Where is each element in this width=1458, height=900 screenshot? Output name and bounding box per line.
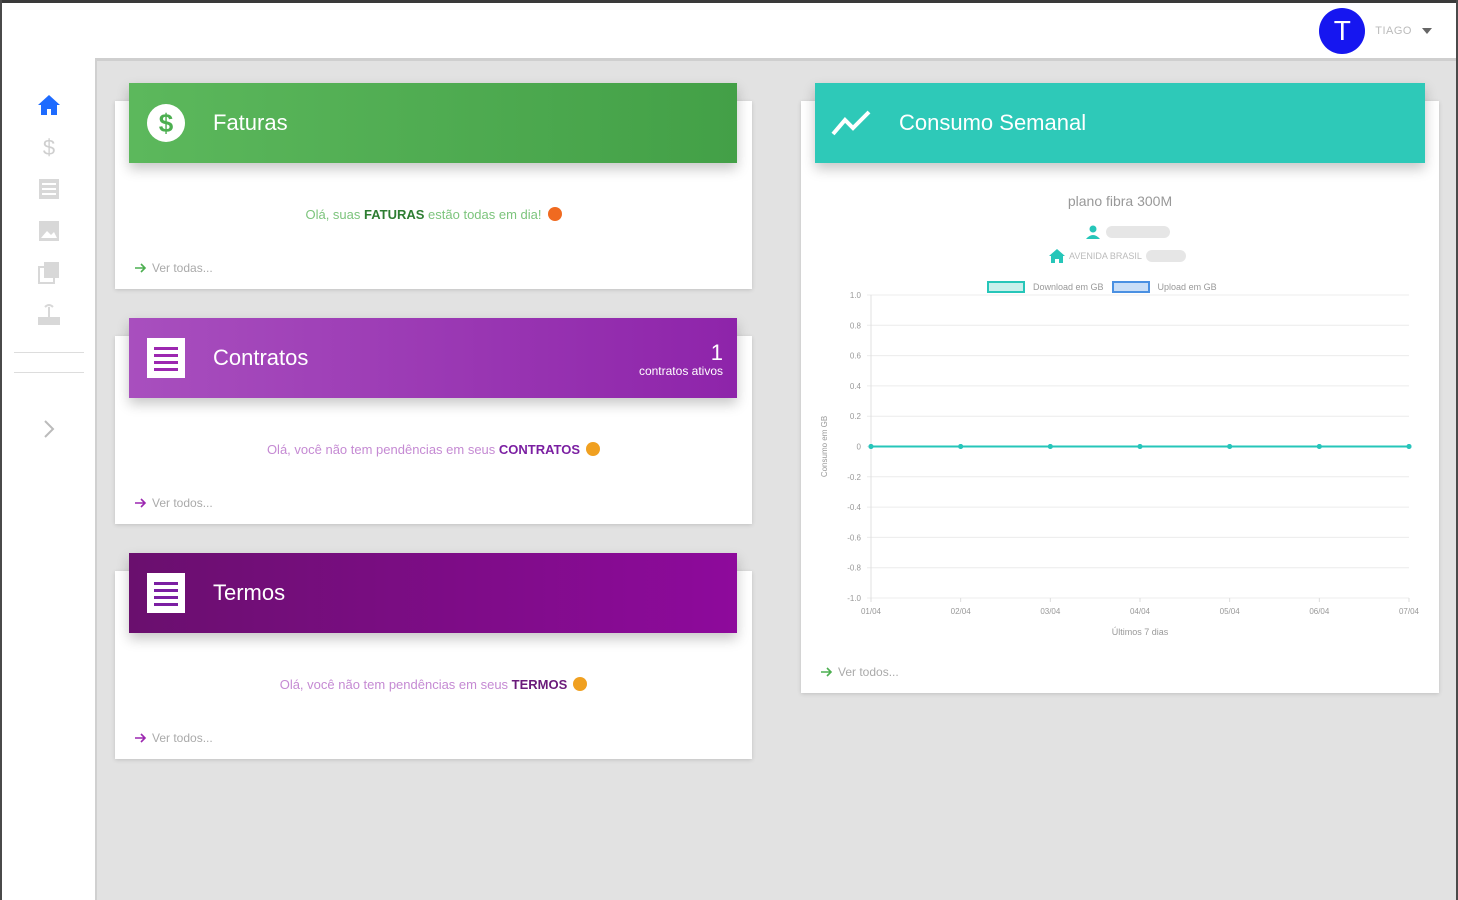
y-tick-label: -0.2 (847, 473, 861, 482)
y-tick-label: -1.0 (847, 594, 861, 603)
smile-emoji-icon (547, 207, 562, 221)
arrow-right-icon (821, 667, 833, 677)
y-tick-label: 0.2 (850, 412, 862, 421)
x-tick-label: 07/04 (1399, 607, 1420, 616)
copy-icon[interactable] (36, 260, 62, 286)
contratos-count-label: contratos ativos (638, 364, 723, 378)
termos-message: Olá, você não tem pendências em seus TER… (115, 677, 752, 692)
x-tick-label: 06/04 (1309, 607, 1330, 616)
contratos-title: Contratos (213, 345, 309, 370)
y-axis-label: Consumo em GB (820, 416, 829, 477)
y-tick-label: -0.8 (847, 564, 861, 573)
consumo-card-header[interactable]: Consumo Semanal (815, 83, 1425, 163)
dollar-icon[interactable]: $ (36, 134, 62, 160)
faturas-message: Olá, suas FATURAS estão todas em dia! (115, 207, 752, 222)
dollar-circle-icon: $ (145, 102, 187, 144)
receipt-icon (145, 572, 187, 614)
person-icon (1086, 225, 1100, 239)
faturas-card-header[interactable]: $ Faturas (129, 83, 737, 163)
y-tick-label: 1.0 (850, 291, 862, 300)
y-tick-label: -0.4 (847, 503, 861, 512)
y-tick-label: 0 (857, 443, 862, 452)
consumo-title: Consumo Semanal (899, 110, 1087, 135)
contratos-count: 1 (710, 340, 723, 365)
user-name[interactable]: TIAGO (1375, 25, 1412, 37)
window-top-border (0, 0, 1458, 3)
arrow-right-icon (135, 733, 147, 743)
home-icon[interactable] (36, 92, 62, 118)
data-point (1227, 444, 1233, 449)
faturas-title: Faturas (213, 110, 288, 135)
y-tick-label: 0.4 (850, 382, 862, 391)
user-menu[interactable]: T TIAGO (1319, 8, 1432, 54)
sidebar-divider (14, 352, 84, 353)
svg-text:$: $ (159, 108, 174, 138)
data-point (958, 444, 964, 449)
faturas-card: $ Faturas Olá, suas FATURAS estão todas … (115, 83, 752, 289)
x-tick-label: 05/04 (1220, 607, 1241, 616)
x-tick-label: 01/04 (861, 607, 882, 616)
consumo-ver-todos-link[interactable]: Ver todos... (821, 665, 899, 679)
sidebar: $ (2, 58, 95, 900)
svg-text:$: $ (43, 135, 55, 159)
smile-emoji-icon (586, 442, 601, 456)
termos-title: Termos (213, 580, 286, 605)
trending-up-icon (831, 102, 873, 144)
x-tick-label: 04/04 (1130, 607, 1151, 616)
arrow-right-icon (135, 263, 147, 273)
termos-ver-todos-link[interactable]: Ver todos... (135, 731, 213, 745)
chevron-down-icon[interactable] (1422, 28, 1432, 34)
contratos-ver-todos-link[interactable]: Ver todos... (135, 496, 213, 510)
data-point (1406, 444, 1412, 449)
smile-emoji-icon (573, 677, 588, 691)
redacted-name (1106, 226, 1170, 238)
home-icon (1049, 249, 1065, 263)
y-tick-label: 0.8 (850, 321, 862, 330)
plan-name: plano fibra 300M (1067, 193, 1173, 209)
faturas-ver-todas-link[interactable]: Ver todas... (135, 261, 213, 275)
image-icon[interactable] (36, 218, 62, 244)
customer-name (1086, 225, 1170, 239)
chevron-right-icon[interactable] (36, 416, 62, 442)
y-tick-label: -0.6 (847, 533, 861, 542)
data-point (1316, 444, 1322, 449)
main-content: $ Faturas Olá, suas FATURAS estão todas … (95, 58, 1456, 900)
contratos-counter: 1 contratos ativos (638, 340, 723, 379)
termos-card-header[interactable]: Termos (129, 553, 737, 633)
data-point (1047, 444, 1053, 449)
redacted-address (1145, 250, 1186, 262)
consumo-card: Consumo Semanal plano fibra 300M AVENIDA… (801, 83, 1439, 693)
x-tick-label: 02/04 (951, 607, 972, 616)
data-point (868, 444, 874, 449)
contratos-message: Olá, você não tem pendências em seus CON… (115, 442, 752, 457)
customer-address: AVENIDA BRASIL (1049, 249, 1186, 263)
data-point (1137, 444, 1143, 449)
x-tick-label: 03/04 (1040, 607, 1061, 616)
list-icon[interactable] (36, 176, 62, 202)
termos-card: Termos Olá, você não tem pendências em s… (115, 553, 752, 759)
x-axis-label: Últimos 7 dias (1112, 627, 1169, 637)
contratos-card-header[interactable]: Contratos 1 contratos ativos (129, 318, 737, 398)
consumo-chart: 1.0 0.8 0.6 0.4 0.2 0 -0.2 -0.4 -0.6 -0.8 -1.001/0… (820, 291, 1420, 637)
router-icon[interactable] (36, 302, 62, 328)
contratos-card: Contratos 1 contratos ativos Olá, você n… (115, 318, 752, 524)
y-tick-label: 0.6 (850, 352, 862, 361)
arrow-right-icon (135, 498, 147, 508)
avatar[interactable]: T (1319, 8, 1366, 54)
receipt-icon (145, 337, 187, 379)
sidebar-divider (14, 372, 84, 373)
